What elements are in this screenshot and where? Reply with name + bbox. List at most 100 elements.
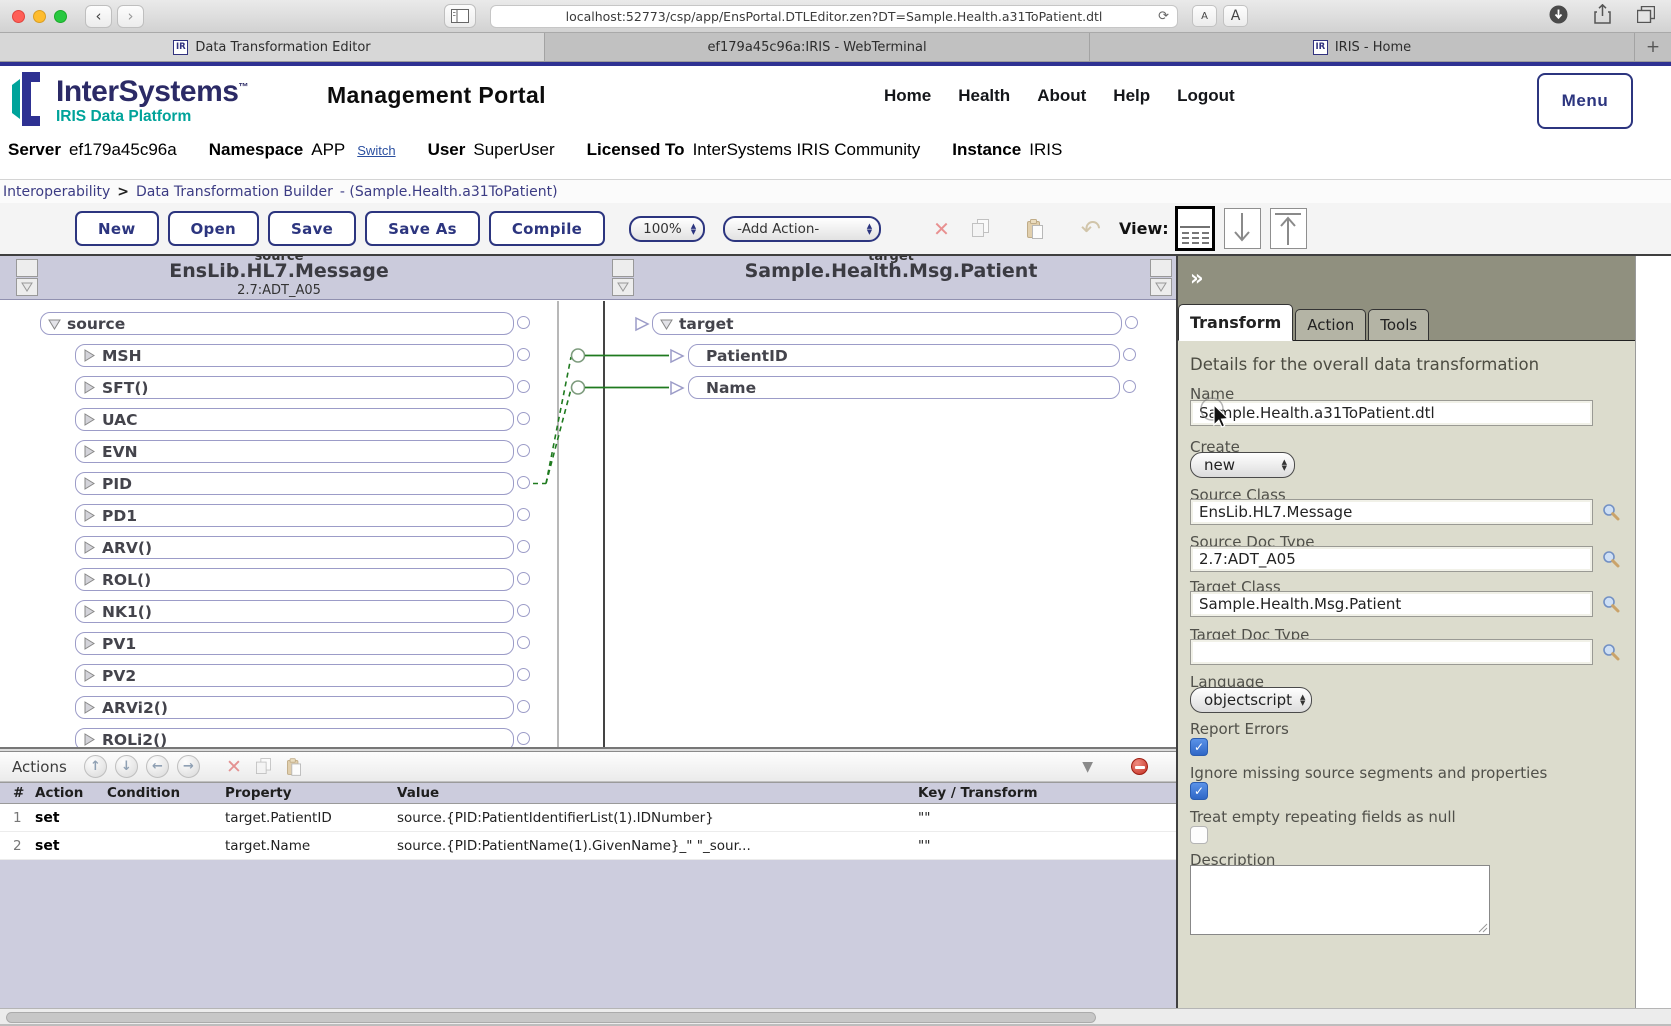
expand-triangle-icon[interactable] bbox=[82, 476, 97, 491]
expand-triangle-icon[interactable] bbox=[82, 380, 97, 395]
source-doc-type-input[interactable]: 2.7:ADT_A05 bbox=[1190, 546, 1593, 572]
remove-icon[interactable] bbox=[1131, 758, 1148, 775]
name-input[interactable]: Sample.Health.a31ToPatient.dtl bbox=[1190, 400, 1593, 426]
undo-icon[interactable]: ↶ bbox=[1081, 215, 1101, 243]
source-segment-PID[interactable]: PID bbox=[75, 472, 530, 495]
compile-button[interactable]: Compile bbox=[488, 211, 606, 246]
outdent-button[interactable]: ← bbox=[146, 755, 169, 778]
connector-port[interactable] bbox=[1123, 380, 1136, 393]
minimize-window-button[interactable] bbox=[33, 9, 46, 23]
target-property-PatientID[interactable]: PatientID bbox=[670, 344, 1136, 367]
connector-port[interactable] bbox=[517, 476, 530, 489]
treat-empty-checkbox[interactable] bbox=[1190, 826, 1208, 844]
connector-port[interactable] bbox=[517, 412, 530, 425]
connector-port[interactable] bbox=[517, 380, 530, 393]
nav-help[interactable]: Help bbox=[1113, 86, 1150, 106]
source-segment-ROLi2[interactable]: ROLi2() bbox=[75, 728, 530, 747]
reload-icon[interactable]: ⟳ bbox=[1158, 9, 1169, 24]
tab-transform[interactable]: Transform bbox=[1178, 304, 1294, 341]
indent-button[interactable]: → bbox=[177, 755, 200, 778]
tab-tools[interactable]: Tools bbox=[1368, 309, 1430, 340]
view-split-button[interactable] bbox=[1174, 206, 1215, 251]
breadcrumb-page[interactable]: Data Transformation Builder bbox=[136, 184, 333, 200]
expand-triangle-icon[interactable] bbox=[82, 668, 97, 683]
move-down-button[interactable]: ↓ bbox=[115, 755, 138, 778]
connector-port[interactable] bbox=[517, 604, 530, 617]
collapse-chevron-icon[interactable]: » bbox=[1190, 266, 1204, 290]
decrease-font-button[interactable]: A bbox=[1192, 5, 1217, 27]
connector-port[interactable] bbox=[517, 636, 530, 649]
source-class-input[interactable]: EnsLib.HL7.Message bbox=[1190, 499, 1593, 525]
scrollbar-thumb[interactable] bbox=[6, 1012, 1096, 1023]
expand-triangle-icon[interactable] bbox=[82, 572, 97, 587]
source-segment-SFT[interactable]: SFT() bbox=[75, 376, 530, 399]
resize-grip-icon[interactable] bbox=[1478, 923, 1488, 933]
add-action-select[interactable]: -Add Action- ▲ ▼ bbox=[723, 215, 882, 242]
source-segment-PD1[interactable]: PD1 bbox=[75, 504, 530, 527]
breadcrumb-root[interactable]: Interoperability bbox=[3, 184, 110, 200]
action-row-2[interactable]: 2 set target.Name source.{PID:PatientNam… bbox=[0, 832, 1176, 860]
back-button[interactable]: ‹ bbox=[85, 4, 112, 28]
sidebar-toggle-icon[interactable] bbox=[444, 4, 476, 28]
connector-port[interactable] bbox=[517, 668, 530, 681]
source-segment-EVN[interactable]: EVN bbox=[75, 440, 530, 463]
target-property-Name[interactable]: Name bbox=[670, 376, 1136, 399]
view-maximize-top-button[interactable] bbox=[1269, 208, 1307, 249]
source-segment-MSH[interactable]: MSH bbox=[75, 344, 530, 367]
connector-port[interactable] bbox=[517, 700, 530, 713]
language-select[interactable]: objectscript ▲ ▼ bbox=[1190, 687, 1312, 713]
tab-action[interactable]: Action bbox=[1295, 309, 1367, 340]
delete-icon[interactable]: ✕ bbox=[933, 217, 950, 241]
connector-port[interactable] bbox=[517, 732, 530, 745]
search-icon[interactable] bbox=[1602, 643, 1622, 663]
forward-button[interactable]: › bbox=[117, 4, 144, 28]
connector-port[interactable] bbox=[517, 508, 530, 521]
expand-triangle-icon[interactable] bbox=[82, 540, 97, 555]
paste-icon[interactable] bbox=[1026, 218, 1043, 239]
nav-home[interactable]: Home bbox=[884, 86, 931, 106]
source-segment-NK1[interactable]: NK1() bbox=[75, 600, 530, 623]
target-root-row[interactable]: target bbox=[635, 312, 1138, 335]
zoom-window-button[interactable] bbox=[54, 9, 67, 23]
tab-iris-home[interactable]: IR IRIS - Home bbox=[1090, 33, 1635, 61]
connector-port[interactable] bbox=[517, 540, 530, 553]
paste-action-icon[interactable] bbox=[286, 757, 301, 776]
downloads-icon[interactable] bbox=[1549, 5, 1568, 28]
copy-icon[interactable] bbox=[971, 219, 989, 238]
delete-action-icon[interactable]: ✕ bbox=[226, 756, 242, 778]
source-segment-PV2[interactable]: PV2 bbox=[75, 664, 530, 687]
expand-triangle-icon[interactable] bbox=[82, 508, 97, 523]
connector-port[interactable] bbox=[1123, 348, 1136, 361]
collapse-triangle-icon[interactable] bbox=[47, 316, 62, 331]
save-button[interactable]: Save bbox=[268, 211, 357, 246]
close-window-button[interactable] bbox=[12, 9, 25, 23]
nav-health[interactable]: Health bbox=[958, 86, 1010, 106]
search-icon[interactable] bbox=[1602, 595, 1622, 615]
expand-triangle-icon[interactable] bbox=[82, 604, 97, 619]
connector-port[interactable] bbox=[517, 316, 530, 329]
report-errors-checkbox[interactable]: ✓ bbox=[1190, 738, 1208, 756]
tab-data-transformation-editor[interactable]: IR Data Transformation Editor bbox=[0, 33, 545, 61]
collapse-triangle-icon[interactable] bbox=[659, 316, 674, 331]
open-button[interactable]: Open bbox=[167, 211, 260, 246]
collapse-panel-icon[interactable]: ▼ bbox=[1082, 759, 1093, 775]
search-icon[interactable] bbox=[1602, 550, 1622, 570]
create-select[interactable]: new ▲ ▼ bbox=[1190, 452, 1295, 478]
action-row-1[interactable]: 1 set target.PatientID source.{PID:Patie… bbox=[0, 804, 1176, 832]
tab-webterminal[interactable]: ef179a45c96a:IRIS - WebTerminal bbox=[545, 33, 1090, 61]
source-root-row[interactable]: source bbox=[40, 312, 530, 335]
description-textarea[interactable] bbox=[1190, 865, 1490, 935]
expand-triangle-icon[interactable] bbox=[82, 444, 97, 459]
menu-button[interactable]: Menu bbox=[1537, 73, 1633, 129]
source-segment-ARVi2[interactable]: ARVi2() bbox=[75, 696, 530, 719]
source-segment-ARV[interactable]: ARV() bbox=[75, 536, 530, 559]
new-button[interactable]: New bbox=[75, 211, 159, 246]
target-doc-type-input[interactable] bbox=[1190, 639, 1593, 665]
expand-triangle-icon[interactable] bbox=[82, 732, 97, 747]
increase-font-button[interactable]: A bbox=[1223, 5, 1248, 27]
source-segment-ROL[interactable]: ROL() bbox=[75, 568, 530, 591]
search-icon[interactable] bbox=[1602, 503, 1622, 523]
connector-port[interactable] bbox=[517, 444, 530, 457]
connector-port[interactable] bbox=[517, 348, 530, 361]
zoom-select[interactable]: 100% ▲ ▼ bbox=[629, 215, 706, 242]
